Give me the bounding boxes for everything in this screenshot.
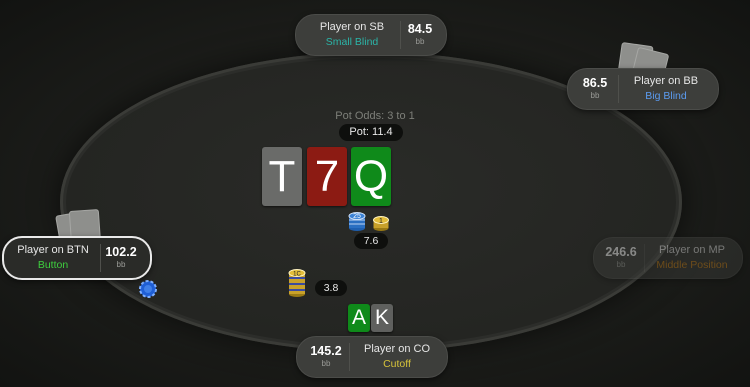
dealer-button-icon: [139, 280, 157, 298]
stack-unit: bb: [590, 91, 600, 100]
chip-1-label: 1: [379, 218, 383, 225]
seat-name-box: Player on BB Big Blind: [620, 69, 712, 109]
player-name: Player on CO: [363, 343, 431, 355]
stack-unit: bb: [321, 359, 331, 368]
hero-card-2: K: [371, 304, 393, 332]
player-position: Button: [37, 259, 69, 271]
player-position: Cutoff: [383, 358, 411, 370]
stack-amount: 145.2: [310, 344, 342, 358]
stack-box: 102.2 bb: [96, 238, 146, 278]
board-card-3: Q: [351, 147, 391, 206]
stack-box: 246.6 bb: [596, 238, 646, 278]
pot-amount: Pot: 11.4: [339, 124, 403, 141]
stack-amount: 102.2: [105, 245, 137, 259]
player-name: Player on SB: [319, 21, 385, 33]
seat-name-box: Player on CO Cutoff: [351, 337, 443, 377]
stack-box: 84.5 bb: [395, 15, 445, 55]
stack-amount: 84.5: [407, 22, 433, 36]
hero-card-1: A: [348, 304, 370, 332]
stack-unit: bb: [616, 260, 626, 269]
chip-25-label: 25: [353, 213, 361, 220]
player-position: Big Blind: [645, 90, 687, 102]
seat-name-box: Player on BTN Button: [8, 238, 98, 278]
board-card-2: 7: [307, 147, 347, 206]
seat-name-box: Player on SB Small Blind: [306, 15, 398, 55]
pot-odds-label: Pot Odds: 3 to 1: [335, 110, 415, 122]
seat-cutoff[interactable]: 145.2 bb Player on CO Cutoff: [296, 336, 448, 378]
player-name: Player on BB: [633, 75, 699, 87]
stack-box: 86.5 bb: [570, 69, 620, 109]
stack-box: 145.2 bb: [301, 337, 351, 377]
stack-unit: bb: [116, 260, 126, 269]
seat-button[interactable]: Player on BTN Button 102.2 bb: [2, 236, 152, 280]
chip-stack-icon: 1C: [288, 269, 306, 297]
seat-big-blind[interactable]: 86.5 bb Player on BB Big Blind: [567, 68, 719, 110]
bet-amount-btn: 3.8: [315, 280, 347, 296]
stack-amount: 246.6: [605, 245, 637, 259]
board-card-1: T: [262, 147, 302, 206]
player-position: Middle Position: [656, 259, 728, 271]
player-name: Player on MP: [658, 244, 726, 256]
stack-amount: 86.5: [582, 76, 608, 90]
player-position: Small Blind: [325, 36, 379, 48]
seat-divider: [618, 75, 619, 103]
bet-amount-bb: 7.6: [354, 233, 388, 249]
chip-1c-label: 1C: [293, 272, 301, 278]
seat-middle-position[interactable]: 246.6 bb Player on MP Middle Position: [593, 237, 743, 279]
seat-divider: [349, 343, 350, 371]
seat-divider: [644, 244, 645, 272]
seat-small-blind[interactable]: Player on SB Small Blind 84.5 bb: [295, 14, 447, 56]
stack-unit: bb: [415, 37, 425, 46]
seat-name-box: Player on MP Middle Position: [646, 238, 738, 278]
chip-stack-icon: 25 1: [348, 212, 389, 231]
player-name: Player on BTN: [17, 244, 89, 256]
